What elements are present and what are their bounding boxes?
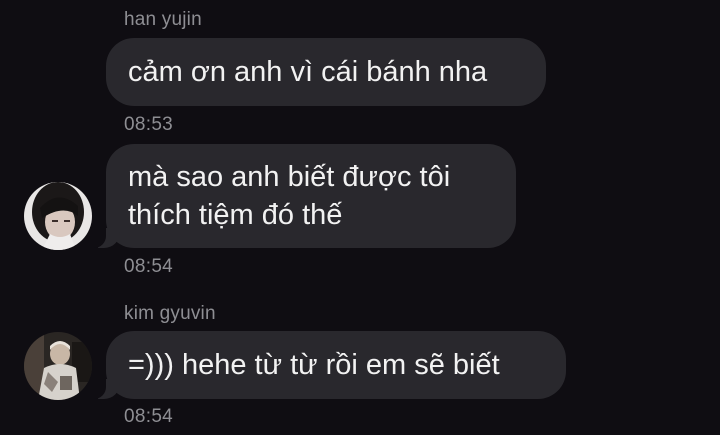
avatar-han-yujin[interactable]: [24, 182, 92, 250]
message-text-line-2: thích tiệm đó thế: [128, 199, 343, 231]
message-timestamp: 08:53: [124, 114, 174, 135]
message-text: cảm ơn anh vì cái bánh nha: [128, 56, 488, 88]
message-bubble[interactable]: cảm ơn anh vì cái bánh nha: [106, 38, 546, 106]
sender-name-kim-gyuvin: kim gyuvin: [124, 303, 216, 324]
avatar-han-yujin-image: [24, 182, 92, 250]
avatar-kim-gyuvin-image: [24, 332, 92, 400]
message-text: =))) hehe từ từ rồi em sẽ biết: [128, 349, 500, 381]
chat-thread: han yujin cảm ơn anh vì cái bánh nha 08:…: [0, 0, 720, 435]
message-timestamp: 08:54: [124, 256, 174, 277]
message-text-line-1: mà sao anh biết được tôi: [128, 161, 451, 193]
sender-name-han-yujin: han yujin: [124, 9, 202, 30]
message-bubble[interactable]: mà sao anh biết được tôi thích tiệm đó t…: [92, 144, 516, 248]
message-timestamp: 08:54: [124, 406, 174, 427]
avatar-kim-gyuvin[interactable]: [24, 332, 92, 400]
message-bubble[interactable]: =))) hehe từ từ rồi em sẽ biết: [92, 331, 566, 399]
